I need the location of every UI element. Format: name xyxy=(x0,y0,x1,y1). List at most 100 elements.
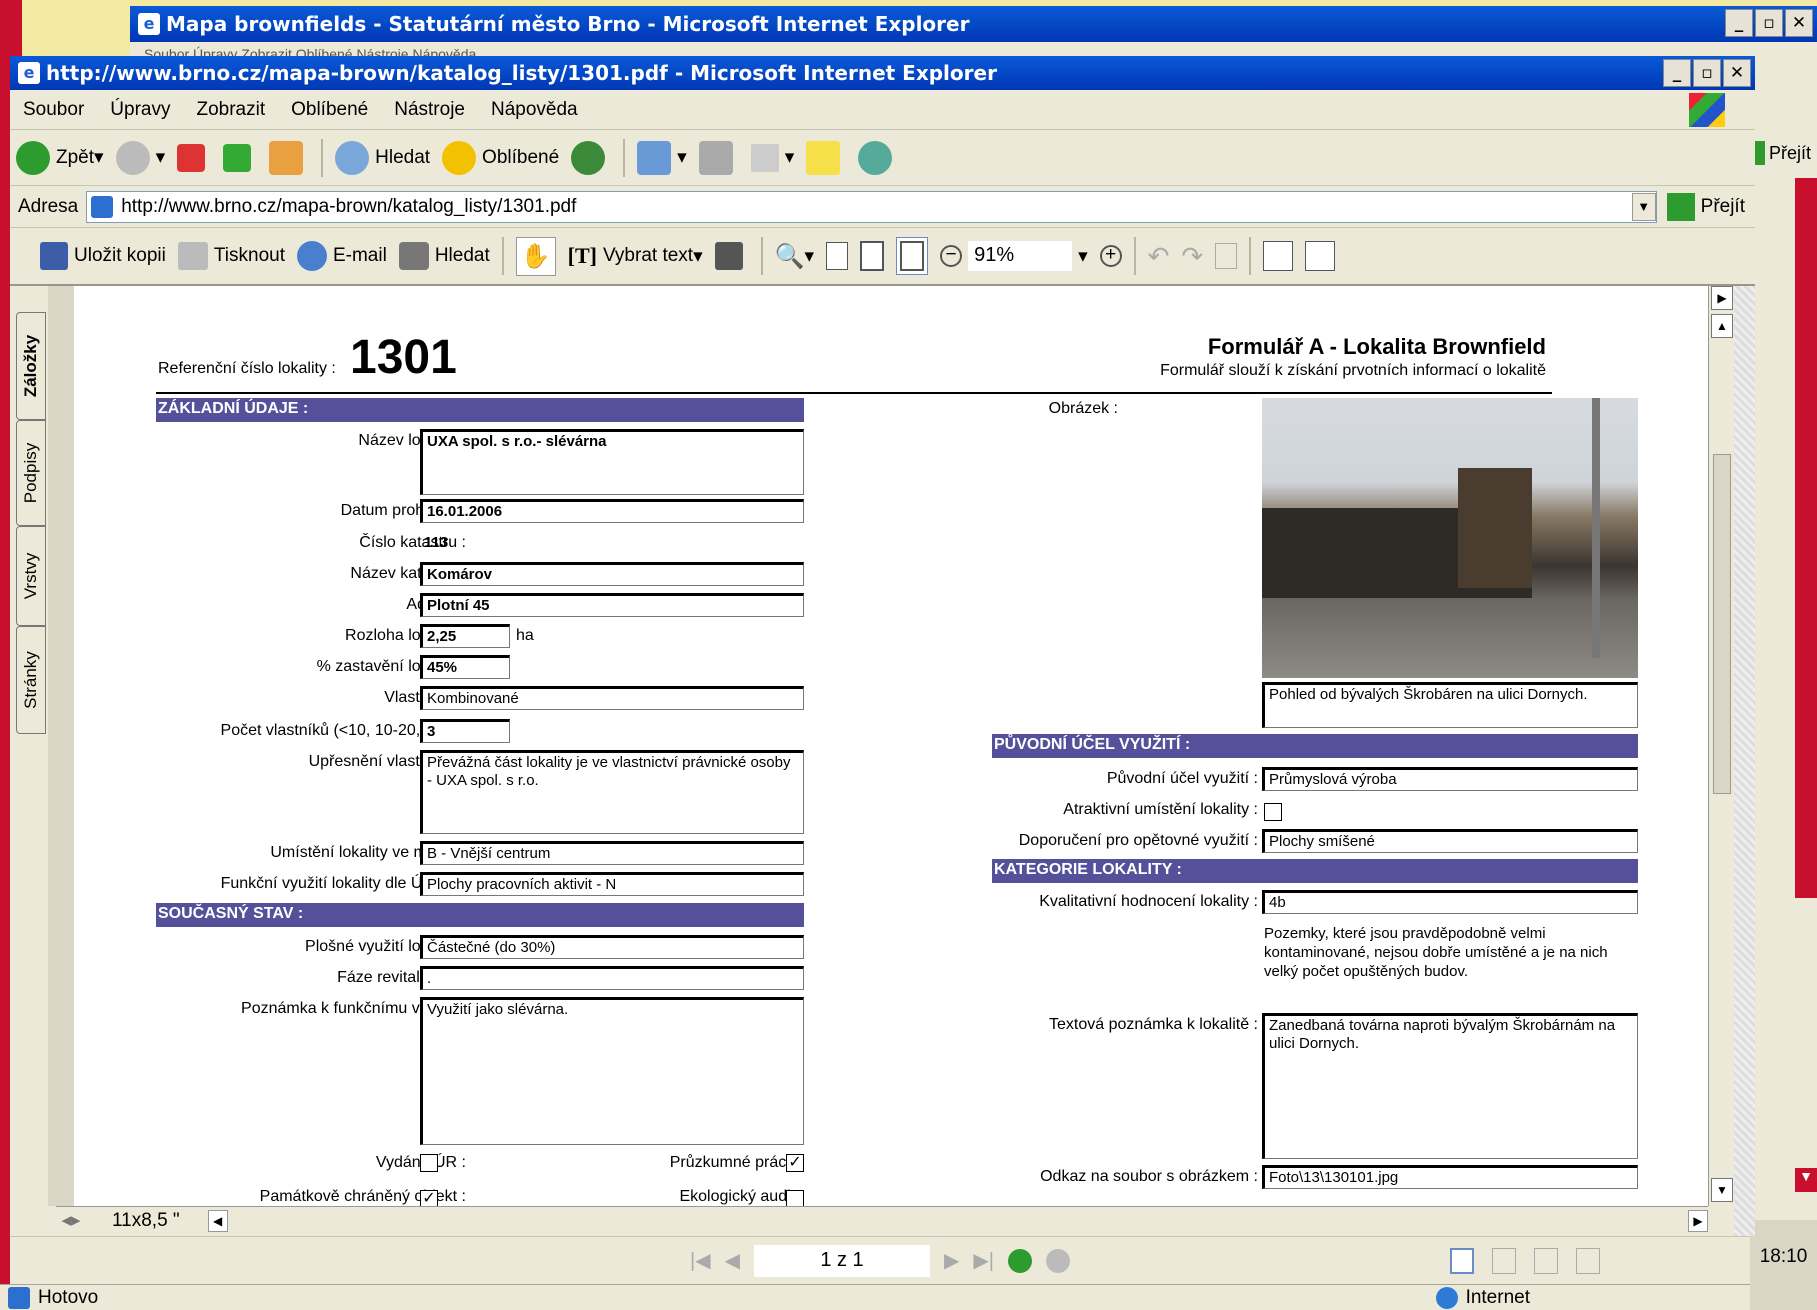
section-current-header: SOUČASNÝ STAV : xyxy=(156,903,804,927)
menu-soubor[interactable]: Soubor xyxy=(23,99,84,121)
zoom-level-input[interactable]: 91% xyxy=(968,241,1073,271)
window-titlebar[interactable]: e http://www.brno.cz/mapa-brown/katalog_… xyxy=(10,56,1755,90)
home-button[interactable] xyxy=(269,140,309,175)
email-button[interactable]: E-mail xyxy=(296,241,387,271)
minimize-button[interactable]: _ xyxy=(1663,59,1691,87)
menu-napoveda[interactable]: Nápověda xyxy=(491,99,578,121)
last-page-button[interactable]: ▶| xyxy=(973,1248,994,1273)
search-button[interactable]: Hledat xyxy=(335,140,430,175)
next-view-icon[interactable] xyxy=(1045,1248,1070,1273)
security-zone: Internet xyxy=(1435,1286,1530,1309)
edit-button[interactable]: ▾ xyxy=(750,143,794,172)
tab-stranky[interactable]: Stránky xyxy=(16,626,46,734)
previous-view-icon[interactable] xyxy=(1007,1248,1032,1273)
favorites-button[interactable]: Oblíbené xyxy=(442,140,559,175)
status-bar: Hotovo Internet xyxy=(0,1284,1750,1310)
address-value: Plotní 45 xyxy=(420,593,804,617)
ie-icon: e xyxy=(18,62,40,84)
rotate-left-button[interactable]: ↶ xyxy=(1148,241,1170,272)
pdf-search-button[interactable]: Hledat xyxy=(398,242,490,270)
toolbar-separator xyxy=(623,138,626,177)
attractive-checkbox xyxy=(1264,803,1282,821)
forward-button[interactable]: ▾ xyxy=(115,140,165,175)
fit-width-button[interactable] xyxy=(896,237,929,275)
scroll-left-arrow[interactable]: ◀ xyxy=(207,1209,228,1232)
outer-scroll-down[interactable]: ▼ xyxy=(1795,1168,1817,1192)
continuous-icon[interactable] xyxy=(1492,1247,1516,1274)
history-button[interactable] xyxy=(571,140,611,175)
close-button[interactable]: ✕ xyxy=(1723,59,1751,87)
outer-scrollbar-thumb[interactable] xyxy=(1795,178,1817,898)
copy-icon xyxy=(1215,243,1238,269)
mail-icon xyxy=(637,140,672,175)
prev-page-button[interactable]: ◀ xyxy=(725,1248,740,1273)
page-number-input[interactable]: 1 z 1 xyxy=(754,1244,930,1277)
tab-zalozky[interactable]: Záložky xyxy=(16,312,46,420)
fit-page-button[interactable] xyxy=(860,241,885,271)
menu-upravy[interactable]: Úpravy xyxy=(110,99,170,121)
next-page-button[interactable]: ▶ xyxy=(944,1248,959,1273)
status-text: Hotovo xyxy=(38,1286,99,1308)
messenger-icon xyxy=(858,140,893,175)
scroll-right-arrow[interactable]: ▶ xyxy=(1711,286,1733,310)
zoom-out-button[interactable]: − xyxy=(940,245,963,267)
pdf-vertical-scrollbar[interactable]: ▶ ▲ ▼ xyxy=(1708,286,1734,1206)
fit-page-icon xyxy=(860,241,885,271)
text-note-value: Zanedbaná továrna naproti bývalým Škrobá… xyxy=(1262,1013,1638,1159)
pane-toggle-icon[interactable]: ◂▸ xyxy=(56,1209,86,1232)
close-button[interactable]: ✕ xyxy=(1785,9,1813,37)
restore-button[interactable]: ▫ xyxy=(1693,59,1721,87)
continuous-facing-icon[interactable] xyxy=(1576,1247,1600,1274)
zoom-in-tool-button[interactable]: 🔍 ▾ xyxy=(775,242,814,271)
refresh-button[interactable] xyxy=(223,143,257,172)
save-copy-button[interactable]: Uložit kopii xyxy=(40,242,166,270)
notes-button[interactable] xyxy=(806,140,846,175)
copy-button[interactable] xyxy=(1215,243,1238,269)
back-button[interactable]: Zpět ▾ xyxy=(16,140,104,175)
name-value: UXA spol. s r.o.- slévárna xyxy=(420,429,804,495)
rotate-left-icon: ↶ xyxy=(1147,240,1170,271)
go-button[interactable]: Přejít xyxy=(1666,192,1745,221)
edit-icon xyxy=(750,143,779,172)
scroll-down-arrow[interactable]: ▼ xyxy=(1711,1178,1733,1202)
single-page-icon[interactable] xyxy=(1450,1247,1474,1274)
pdf-print-button[interactable]: Tisknout xyxy=(177,242,285,270)
page-layout-button[interactable] xyxy=(1263,241,1294,271)
address-input[interactable]: http://www.brno.cz/mapa-brown/katalog_li… xyxy=(86,190,1657,223)
page-rotate-button[interactable] xyxy=(1305,241,1336,271)
print-button[interactable] xyxy=(698,140,739,175)
form-subtitle: Formulář slouží k získání prvotních info… xyxy=(1160,362,1546,379)
back-arrow-icon xyxy=(16,140,50,175)
scroll-up-arrow[interactable]: ▲ xyxy=(1711,314,1733,338)
scroll-right-arrow[interactable]: ▶ xyxy=(1688,1209,1708,1232)
zoom-in-button[interactable]: + xyxy=(1099,245,1122,267)
tab-vrstvy[interactable]: Vrstvy xyxy=(16,526,46,626)
camera-icon xyxy=(714,242,743,270)
stop-button[interactable] xyxy=(177,143,211,172)
windows-logo-icon xyxy=(1689,92,1725,127)
scroll-thumb[interactable] xyxy=(1713,454,1731,794)
outer-window-titlebar[interactable]: e Mapa brownfields - Statutární město Br… xyxy=(130,6,1817,42)
binoculars-icon xyxy=(398,242,429,270)
menu-zobrazit[interactable]: Zobrazit xyxy=(196,99,265,121)
zoom-dropdown[interactable]: ▾ xyxy=(1078,245,1088,268)
minimize-button[interactable]: _ xyxy=(1725,9,1753,37)
first-page-button[interactable]: |◀ xyxy=(690,1248,711,1273)
tab-podpisy[interactable]: Podpisy xyxy=(16,420,46,526)
menu-oblibene[interactable]: Oblíbené xyxy=(291,99,368,121)
orig-label: Původní účel využití : xyxy=(1106,770,1258,787)
restore-button[interactable]: ▫ xyxy=(1755,9,1783,37)
select-text-button[interactable]: [T] Vybrat text ▾ xyxy=(568,243,703,269)
messenger-button[interactable] xyxy=(858,140,898,175)
facing-icon[interactable] xyxy=(1534,1247,1558,1274)
address-dropdown-button[interactable]: ▼ xyxy=(1631,192,1656,221)
globe-icon xyxy=(1435,1286,1458,1309)
rotate-right-button[interactable]: ↷ xyxy=(1181,241,1203,272)
actual-size-button[interactable] xyxy=(826,242,849,270)
hand-tool-button[interactable]: ✋ xyxy=(515,236,556,276)
outer-go-button[interactable]: Přejít xyxy=(1755,136,1817,170)
search-icon xyxy=(335,140,370,175)
menu-nastroje[interactable]: Nástroje xyxy=(394,99,465,121)
mail-button[interactable]: ▾ xyxy=(637,140,687,175)
snapshot-button[interactable] xyxy=(714,242,749,270)
